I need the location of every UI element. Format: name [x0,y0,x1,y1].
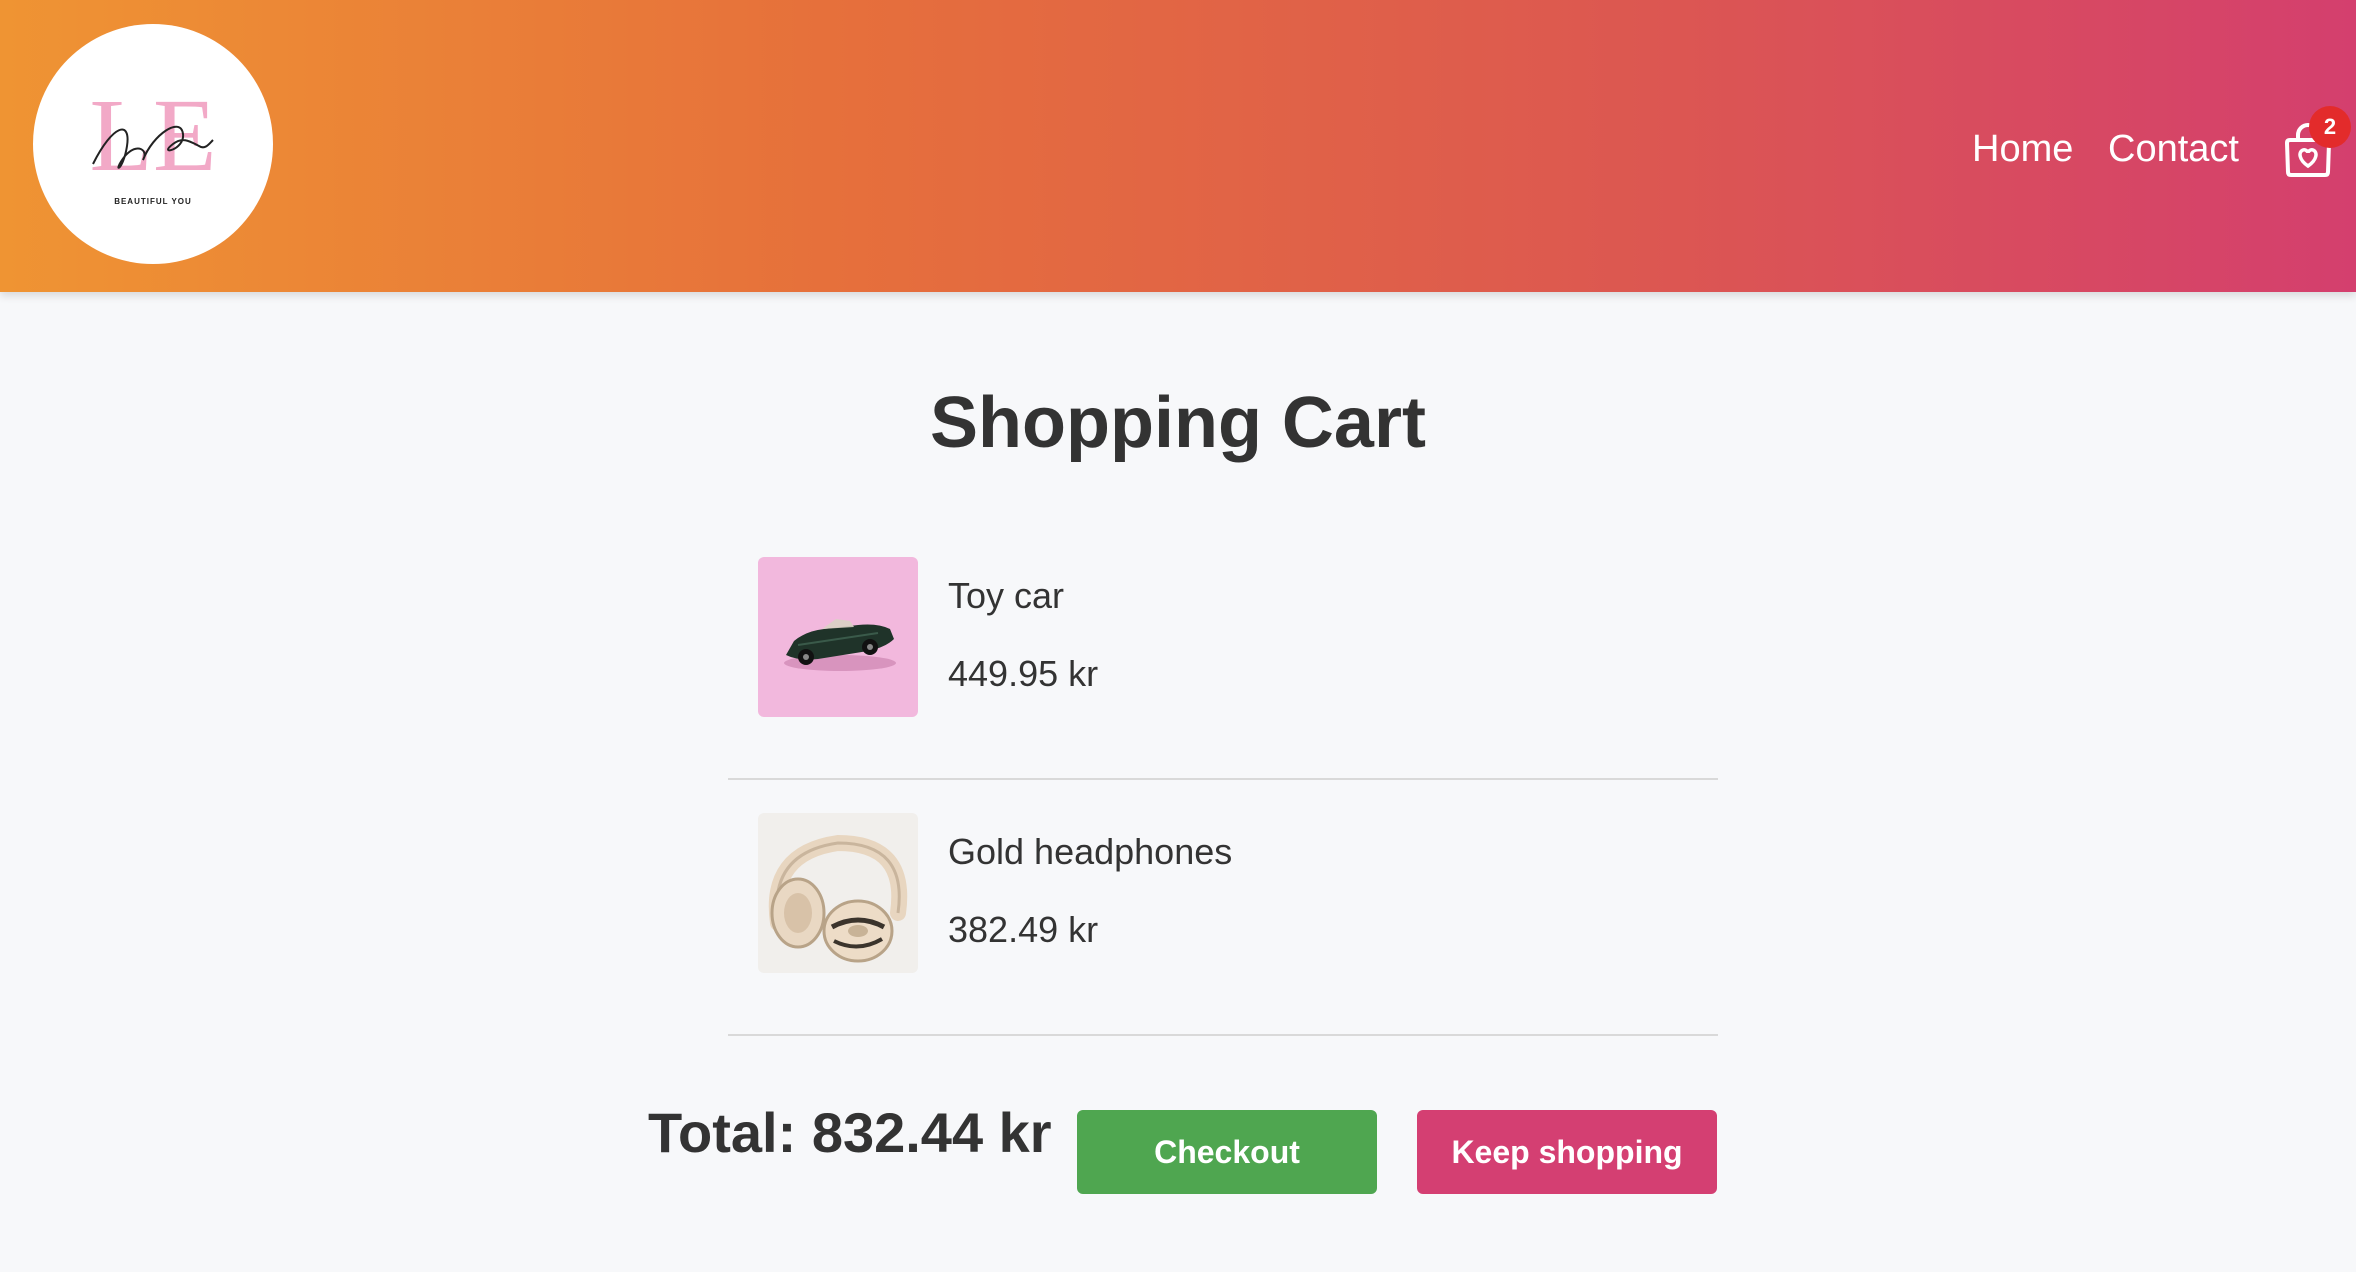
item-price: 382.49 kr [948,909,1099,950]
lyn-ellie-logo-icon: LE BEAUTIFUL YOU [89,78,216,206]
gold-headphones-image[interactable] [758,813,918,973]
cart-total: Total: 832.44 kr [648,1101,1052,1164]
cart-item: Toy car 449.95 kr [728,524,1718,780]
nav-home-link[interactable]: Home [1972,120,2073,178]
nav-contact-link[interactable]: Contact [2108,120,2239,178]
site-logo[interactable]: LE BEAUTIFUL YOU [33,24,273,264]
page-title: Shopping Cart [930,383,1426,463]
item-price: 449.95 kr [948,653,1099,694]
keep-shopping-button[interactable]: Keep shopping [1417,1110,1717,1194]
toy-car-image[interactable] [758,557,918,717]
cart-count-badge: 2 [2309,106,2351,148]
svg-text:LE: LE [89,78,216,193]
item-name: Gold headphones [948,831,1233,872]
site-header: LE BEAUTIFUL YOU Home Contact 2 [0,0,2356,292]
item-name: Toy car [948,575,1065,616]
cart-list: Toy car 449.95 kr Gold headphones 382.49… [728,524,1718,1036]
checkout-button[interactable]: Checkout [1077,1110,1377,1194]
svg-text:BEAUTIFUL YOU: BEAUTIFUL YOU [114,197,192,206]
cart-item: Gold headphones 382.49 kr [728,780,1718,1036]
